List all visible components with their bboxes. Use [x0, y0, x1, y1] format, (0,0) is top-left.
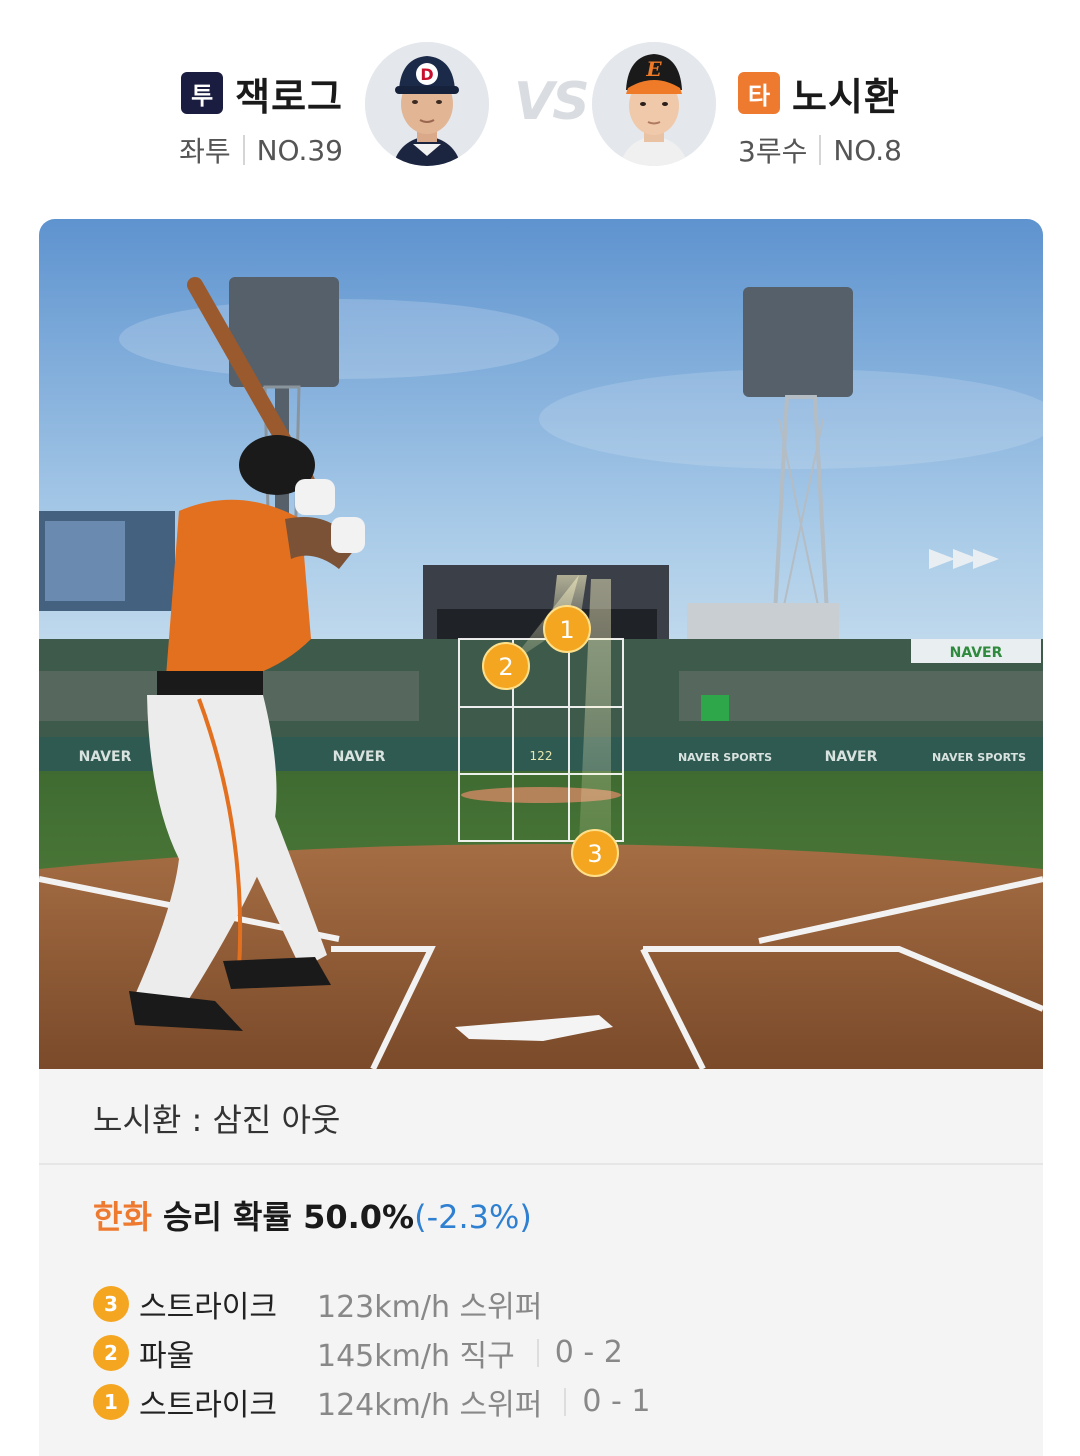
- pitch-detail: 145km/h 직구: [317, 1338, 515, 1374]
- divider: [536, 1338, 539, 1367]
- pitch-result: 파울: [139, 1338, 195, 1374]
- pitch-row-2: 2 파울 145km/h 직구 0 - 2: [93, 1328, 650, 1377]
- pitch-detail: 124km/h 스위퍼: [317, 1387, 543, 1423]
- batter-name[interactable]: 노시환: [792, 66, 900, 121]
- win-probability: 한화 승리 확률 50.0%(-2.3%): [93, 1192, 532, 1238]
- prob-value: 50.0%: [303, 1198, 415, 1236]
- pitch-seq-badge: 3: [93, 1285, 129, 1322]
- wall-ad-1: NAVER: [79, 749, 132, 765]
- vs-label: VS: [514, 72, 590, 132]
- batter-info[interactable]: 타 노시환 3루수 NO.8: [738, 70, 902, 170]
- prob-delta: (-2.3%): [414, 1198, 532, 1236]
- ad-board: NAVER: [950, 645, 1003, 661]
- prob-team: 한화: [93, 1198, 152, 1236]
- svg-text:3: 3: [587, 840, 602, 868]
- pitch-list: 3 스트라이크 123km/h 스위퍼 2 파울 145km/h 직구 0 - …: [93, 1279, 650, 1426]
- strike-zone-speed: 122: [530, 749, 553, 763]
- pitch-seq-badge: 2: [93, 1334, 129, 1371]
- pitch-detail: 123km/h 스위퍼: [317, 1289, 543, 1325]
- svg-text:1: 1: [559, 616, 574, 644]
- matchup-header: 투 잭로그 좌투 NO.39 D VS E 타 노시환 3루수 NO.8: [0, 0, 1080, 200]
- divider: [242, 135, 245, 165]
- pitch-visualization: NAVER NAVER NAVER NAVER NAVER SPORTS NAV…: [39, 219, 1043, 1071]
- batter-badge: 타: [738, 72, 780, 114]
- wall-ad-4: NAVER SPORTS: [932, 751, 1026, 764]
- pitcher-badge: 투: [181, 72, 224, 114]
- result-text: 노시환 : 삼진 아웃: [93, 1101, 341, 1139]
- pitcher-info[interactable]: 투 잭로그 좌투 NO.39: [179, 70, 343, 170]
- prob-label: 승리 확률: [163, 1198, 292, 1236]
- pitch-marker-1: 1: [543, 605, 591, 653]
- batter-number: NO.8: [833, 133, 902, 167]
- pitch-marker-3: 3: [571, 829, 619, 877]
- wall-ad-2: NAVER: [333, 749, 386, 765]
- batter-avatar[interactable]: E: [592, 42, 716, 166]
- pitcher-throws: 좌투: [179, 135, 231, 168]
- wall-ad-5: NAVER SPORTS: [678, 751, 772, 764]
- svg-text:2: 2: [498, 653, 513, 681]
- pitch-row-3: 3 스트라이크 123km/h 스위퍼: [93, 1279, 650, 1328]
- wall-ad-3: NAVER: [825, 749, 878, 765]
- pitch-row-1: 1 스트라이크 124km/h 스위퍼 0 - 1: [93, 1377, 650, 1426]
- divider: [819, 135, 822, 165]
- pitcher-avatar[interactable]: D: [365, 42, 489, 166]
- pitcher-number: NO.39: [256, 133, 343, 167]
- pitch-marker-2: 2: [482, 642, 530, 690]
- pitcher-name[interactable]: 잭로그: [235, 66, 343, 121]
- pitch-count: 0 - 1: [582, 1384, 651, 1419]
- batter-cap-logo: E: [645, 57, 662, 81]
- at-bat-result: 노시환 : 삼진 아웃: [39, 1069, 1043, 1165]
- pitch-count: 0 - 2: [554, 1335, 623, 1370]
- pitcher-cap-logo: D: [420, 65, 433, 84]
- divider: [564, 1387, 567, 1416]
- pitch-result: 스트라이크: [139, 1387, 277, 1423]
- pitch-result: 스트라이크: [139, 1289, 277, 1325]
- at-bat-card: NAVER NAVER NAVER NAVER NAVER SPORTS NAV…: [39, 219, 1043, 1456]
- batter-position: 3루수: [738, 135, 808, 168]
- pitch-seq-badge: 1: [93, 1383, 129, 1420]
